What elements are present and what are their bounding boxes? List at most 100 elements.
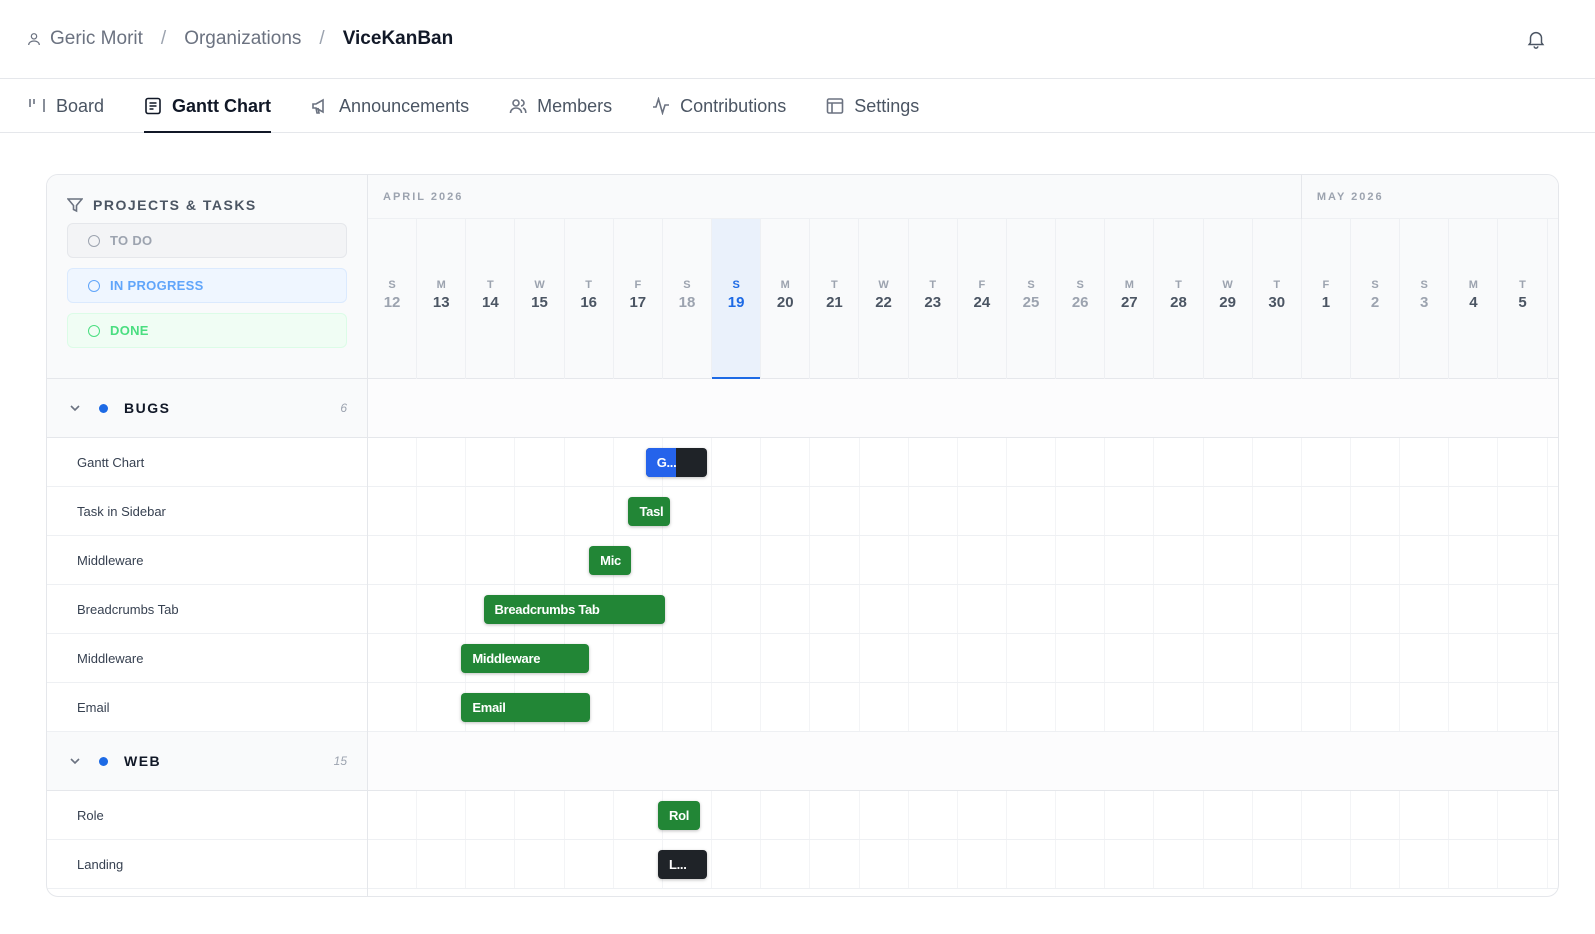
day-column: S2 <box>1351 219 1401 379</box>
chevron-down-icon[interactable] <box>69 755 81 767</box>
group-header-bugs[interactable]: BUGS 6 <box>47 379 367 438</box>
status-filter-todo[interactable]: TO DO <box>67 223 347 258</box>
group-name: BUGS <box>124 400 171 416</box>
grid-line <box>809 634 811 682</box>
grid-line <box>1448 840 1450 888</box>
task-row[interactable]: Task in Sidebar <box>47 487 367 536</box>
breadcrumb-user[interactable]: Geric Morit <box>50 28 143 50</box>
task-row[interactable]: Middleware <box>47 634 367 683</box>
grid-line <box>1448 634 1450 682</box>
day-of-week: T <box>831 279 838 291</box>
task-bar[interactable]: L... <box>657 850 708 879</box>
chevron-down-icon[interactable] <box>69 402 81 414</box>
grid-line <box>1300 791 1302 839</box>
grid-line <box>1251 487 1253 535</box>
grid-line <box>1448 585 1450 633</box>
day-of-week: T <box>1273 279 1281 291</box>
day-number: 14 <box>482 294 499 311</box>
day-column: T 28 <box>1154 219 1204 379</box>
task-bar[interactable]: Mic <box>589 546 631 575</box>
grid-line <box>858 840 860 888</box>
grid-line <box>465 791 467 839</box>
bell-icon[interactable] <box>1525 28 1547 50</box>
clock-icon <box>88 279 100 292</box>
day-number: 16 <box>580 294 597 311</box>
grid-line <box>711 634 713 682</box>
grid-line <box>858 791 860 839</box>
task-row[interactable]: Breadcrumbs Tab <box>47 585 367 634</box>
grid-line <box>416 585 418 633</box>
grid-line <box>1399 840 1401 888</box>
grid-line <box>416 438 418 486</box>
grid-line <box>1055 840 1057 888</box>
group-task-count: 6 <box>340 401 347 415</box>
group-color-dot <box>99 756 108 766</box>
gantt-task-row: Rol <box>368 791 1558 840</box>
grid-line <box>416 683 418 731</box>
group-header-web[interactable]: WEB 15 <box>47 732 367 791</box>
task-name: Landing <box>77 856 124 872</box>
task-bar[interactable]: Email <box>461 693 591 722</box>
tab-gantt-chart[interactable]: Gantt Chart <box>144 79 272 133</box>
grid-line <box>1546 487 1548 535</box>
day-number: 20 <box>776 294 794 311</box>
task-bar-label: Breadcrumbs Tab <box>494 602 600 617</box>
day-of-week: S <box>732 279 740 291</box>
grid-line <box>1399 536 1401 584</box>
day-column: W 29 <box>1204 219 1253 379</box>
day-of-week: S <box>1420 279 1428 291</box>
task-row[interactable]: Middleware <box>47 536 367 585</box>
grid-line <box>907 487 909 535</box>
task-row[interactable]: Gantt Chart <box>47 438 367 487</box>
gantt-task-row: L... <box>368 840 1558 889</box>
grid-line <box>514 840 516 888</box>
gantt-timeline: APRIL 2026 MAY 2026 S 12 M 13 T 14 W 15 T 16 F 17 S 18… <box>368 175 1558 896</box>
task-name: Email <box>77 699 110 715</box>
grid-line <box>1497 585 1499 633</box>
day-column: T 16 <box>565 219 614 379</box>
group-color-dot <box>99 403 108 413</box>
status-filter-in-progress[interactable]: IN PROGRESS <box>67 268 347 303</box>
task-bar[interactable]: Rol <box>657 801 700 830</box>
tab-announcements[interactable]: Announcements <box>311 79 469 133</box>
grid-line <box>907 634 909 682</box>
task-name: Gantt Chart <box>77 454 145 470</box>
task-row[interactable]: Landing <box>47 840 367 889</box>
day-number: 22 <box>875 294 892 311</box>
grid-line <box>1055 585 1057 633</box>
grid-line <box>1104 536 1106 584</box>
grid-line <box>1104 585 1106 633</box>
tab-settings[interactable]: Settings <box>826 79 919 133</box>
projects-panel: PROJECTS & TASKS TO DO IN PROGRESS DONE … <box>47 175 368 896</box>
task-row[interactable]: Email <box>47 683 367 732</box>
grid-line <box>1350 840 1351 888</box>
task-bar[interactable]: Tasl <box>628 497 671 526</box>
breadcrumb-organizations[interactable]: Organizations <box>184 28 301 50</box>
grid-line <box>1104 840 1106 888</box>
task-bar-label: Middleware <box>472 651 541 666</box>
gantt-task-row: Middleware <box>368 634 1558 683</box>
grid-line <box>465 585 467 633</box>
task-name: Middleware <box>77 552 144 568</box>
grid-line <box>1251 634 1253 682</box>
day-column: T 23 <box>909 219 958 379</box>
tab-board[interactable]: Board <box>28 79 104 133</box>
task-row[interactable]: Role <box>47 791 367 840</box>
task-bar[interactable]: G... <box>645 448 708 477</box>
grid-line <box>956 840 958 888</box>
task-name: Middleware <box>77 650 144 666</box>
grid-line <box>956 791 958 839</box>
task-bar[interactable]: Breadcrumbs Tab <box>483 595 666 624</box>
task-name: Role <box>77 807 104 823</box>
panel-title: PROJECTS & TASKS <box>67 197 347 213</box>
tab-contributions[interactable]: Contributions <box>652 79 786 133</box>
tab-members[interactable]: Members <box>509 79 612 133</box>
day-column: T5 <box>1498 219 1548 379</box>
user-icon <box>28 33 40 46</box>
filter-icon <box>67 198 83 213</box>
grid-line <box>1350 791 1351 839</box>
task-bar[interactable]: Middleware <box>461 644 590 673</box>
grid-line <box>1497 634 1499 682</box>
status-filter-done[interactable]: DONE <box>67 313 347 348</box>
grid-line <box>1399 791 1401 839</box>
